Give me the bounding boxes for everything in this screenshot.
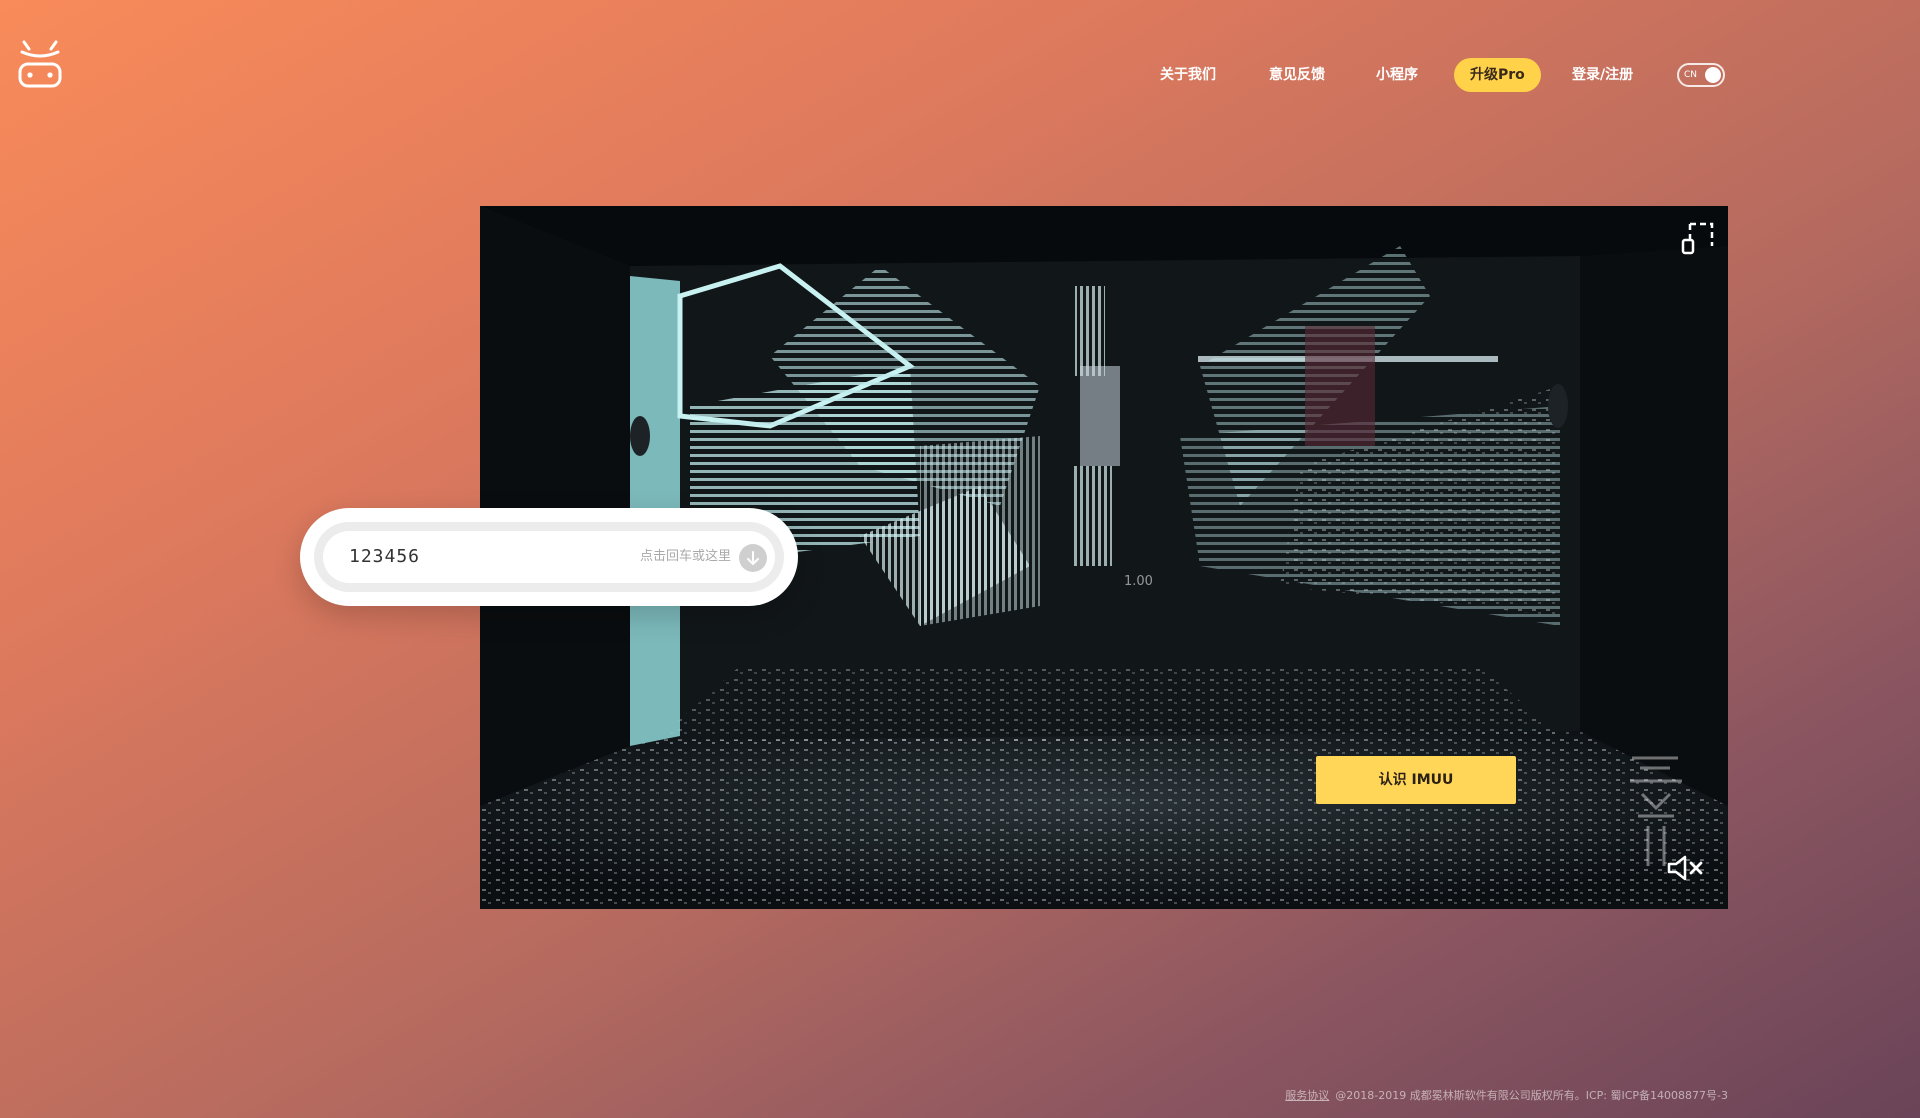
nav-mini-program-link[interactable]: 小程序 xyxy=(1376,58,1418,92)
nav-about-link[interactable]: 关于我们 xyxy=(1160,58,1216,92)
search-field[interactable]: 123456 点击回车或这里 xyxy=(323,531,775,583)
search-submit-button[interactable] xyxy=(739,544,767,572)
copyright-text: @2018-2019 成都冕林斯软件有限公司版权所有。ICP: 蜀ICP备140… xyxy=(1335,1089,1728,1102)
learn-imuu-button[interactable]: 认识 IMUU xyxy=(1316,756,1516,804)
language-toggle[interactable]: CN xyxy=(1677,63,1725,87)
terms-link[interactable]: 服务协议 xyxy=(1285,1089,1329,1102)
fullscreen-icon xyxy=(1681,222,1714,255)
search-input[interactable]: 123456 xyxy=(349,531,609,583)
arrow-down-icon xyxy=(747,551,759,565)
mute-icon xyxy=(1667,855,1703,881)
search-frame: 123456 点击回车或这里 xyxy=(314,522,784,592)
playback-speed-label: 1.00 xyxy=(1124,574,1153,589)
language-label: CN xyxy=(1684,70,1698,80)
mute-button[interactable] xyxy=(1666,853,1706,883)
nav-feedback-link[interactable]: 意见反馈 xyxy=(1269,58,1325,92)
toggle-knob xyxy=(1705,67,1721,83)
top-nav: 关于我们 意见反馈 小程序 升级Pro 登录/注册 CN xyxy=(0,58,1920,92)
fullscreen-button[interactable] xyxy=(1680,220,1716,256)
nav-login-link[interactable]: 登录/注册 xyxy=(1572,58,1633,92)
video-code-search: 123456 点击回车或这里 xyxy=(300,508,798,606)
nav-upgrade-pro-button[interactable]: 升级Pro xyxy=(1454,58,1541,92)
search-hint: 点击回车或这里 xyxy=(639,549,731,564)
footer: 服务协议 @2018-2019 成都冕林斯软件有限公司版权所有。ICP: 蜀ICP… xyxy=(1285,1087,1728,1103)
